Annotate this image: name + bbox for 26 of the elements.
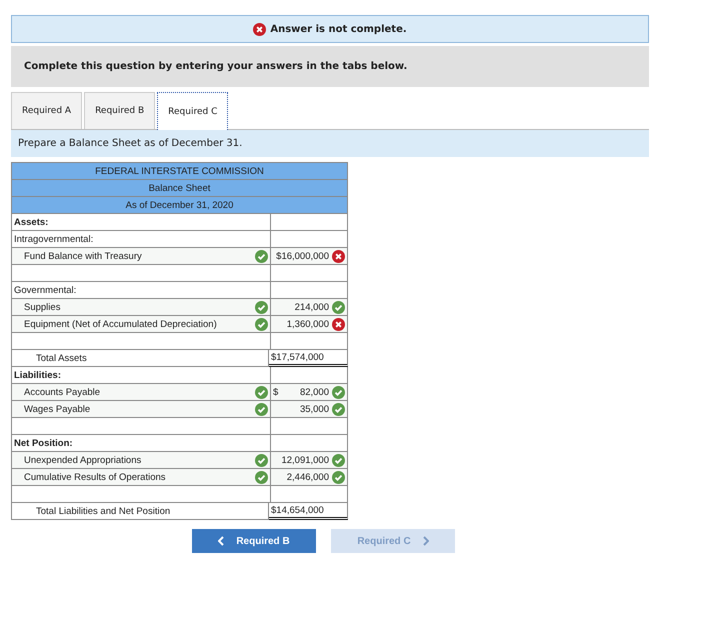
total-amount: $14,654,000 [271,504,324,516]
prompt-text: Prepare a Balance Sheet as of December 31. [18,138,242,149]
section-label: Liabilities: [14,370,61,380]
account-field[interactable]: Supplies [24,302,60,312]
tab[interactable]: Required C [157,92,228,130]
account-field[interactable]: Accounts Payable [24,386,100,398]
chevron-left-icon [218,536,224,546]
section-label: Intragovernmental: [14,234,94,244]
sheet-title: FEDERAL INTERSTATE COMMISSION [11,163,348,180]
tab[interactable]: Required A [11,92,82,129]
section-label: Governmental: [14,284,76,296]
instruction-text: Complete this question by entering your answers in the tabs below. [24,61,408,72]
section-label: Assets: [14,216,48,228]
previous-button[interactable]: Required B [192,529,316,553]
account-field[interactable]: Wages Payable [24,404,90,414]
total-label: Total Assets [35,352,87,364]
total-label: Total Liabilities and Net Position [35,506,170,516]
status-message: Answer is not complete. [270,24,407,34]
tab[interactable]: Required B [84,92,156,129]
total-amount: $17,574,000 [271,352,324,362]
section-label: Net Position: [14,438,73,448]
chevron-right-icon [422,536,429,546]
sheet-title: As of December 31, 2020 [11,197,348,214]
sheet-title: Balance Sheet [11,180,348,197]
currency-symbol: $ [272,386,278,398]
amount-field[interactable]: 82,000 [300,386,329,398]
